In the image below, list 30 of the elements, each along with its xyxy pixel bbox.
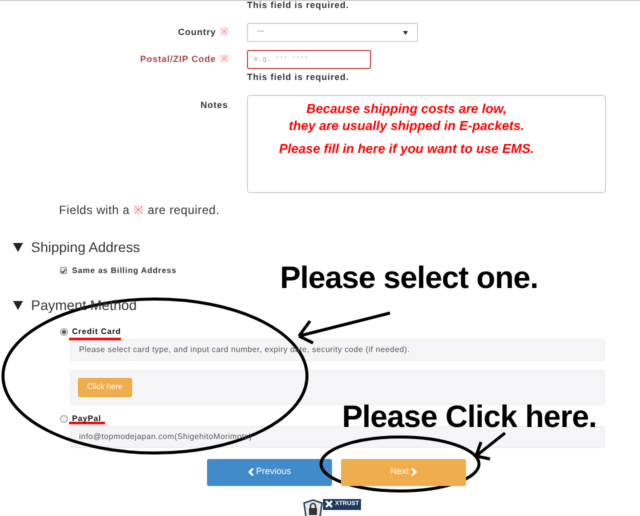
radio-button[interactable]: [60, 414, 68, 422]
error-message: This field is required.: [247, 1, 350, 10]
annotation-text: Because shipping costs are low,: [306, 100, 507, 116]
field-label: Notes: [200, 98, 228, 112]
expanded-triangle-icon[interactable]: [13, 300, 23, 310]
required-note: are required.: [148, 202, 220, 218]
section-heading: Shipping Address: [31, 238, 140, 257]
field-label: Postal/ZIP Code: [140, 52, 216, 66]
checkbox[interactable]: [60, 267, 67, 274]
required-mark: ※: [220, 26, 228, 40]
annotation-text: Please Click here.: [342, 398, 597, 436]
cross-logo-icon: [325, 500, 333, 508]
payment-option-label[interactable]: PayPal: [72, 412, 102, 424]
chevron-right-icon: [410, 468, 417, 476]
expanded-triangle-icon[interactable]: [13, 242, 23, 252]
annotation-text: Please select one.: [280, 259, 538, 297]
dropdown-caret-icon: [403, 30, 408, 34]
previous-button[interactable]: Previous: [207, 458, 332, 486]
radio-button[interactable]: [60, 328, 68, 336]
annotation-text: Please fill in here if you want to use EMS.: [278, 140, 534, 156]
checkbox-label: Same as Billing Address: [72, 264, 177, 276]
notes-field[interactable]: Because shipping costs are low, they are usually shipped in E-packets. Please fill in here if you want to use EMS.: [247, 94, 606, 192]
annotation-text: they are usually shipped in E-packets.: [288, 116, 524, 134]
chevron-left-icon: [248, 468, 254, 476]
field-label: Country: [178, 26, 216, 39]
required-mark: ※: [134, 202, 144, 218]
error-message: This field is required.: [247, 71, 350, 84]
required-note: Fields with a: [59, 202, 130, 218]
required-mark: ※: [220, 53, 228, 67]
payment-option-label[interactable]: Credit Card: [72, 326, 122, 338]
